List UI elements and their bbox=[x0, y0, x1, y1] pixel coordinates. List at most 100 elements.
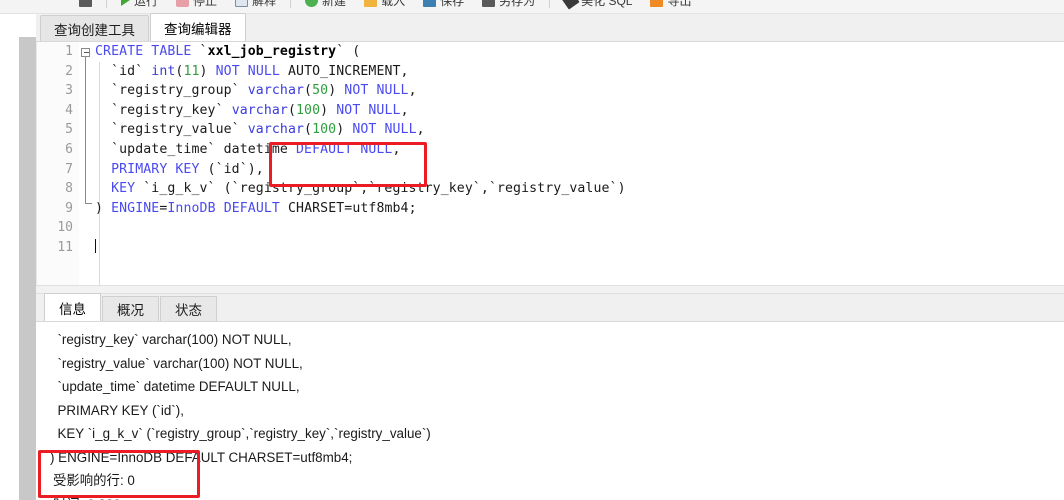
tab-info[interactable]: 信息 bbox=[44, 293, 101, 321]
code-token: PRIMARY KEY bbox=[95, 161, 200, 177]
code-token: , bbox=[416, 122, 425, 138]
line-number: 10 bbox=[57, 220, 73, 236]
execution-time-text: 时间: 0.230s bbox=[50, 493, 1064, 500]
line-number: 7 bbox=[65, 161, 73, 177]
toolbar-export-button[interactable]: 导出 bbox=[641, 0, 700, 13]
toolbar-new-label: 新建 bbox=[322, 0, 347, 8]
toolbar-load-button[interactable]: 载入 bbox=[355, 0, 414, 13]
code-token: ) bbox=[336, 122, 353, 138]
code-token: `registry_key` bbox=[95, 102, 232, 118]
code-folding-column[interactable] bbox=[79, 42, 93, 285]
code-token: ) bbox=[320, 102, 337, 118]
load-icon bbox=[364, 0, 378, 7]
fold-guide-foot bbox=[85, 203, 92, 204]
toolbar-load-label: 载入 bbox=[381, 0, 406, 8]
code-token: `update_time` datetime bbox=[95, 141, 296, 157]
toolbar-beautify-label: 美化 SQL bbox=[581, 0, 633, 8]
code-token: NOT NULL bbox=[336, 102, 401, 118]
code-token: DEFAULT bbox=[223, 200, 280, 216]
line-number: 1 bbox=[65, 44, 73, 59]
main-toolbar: 运行 停止 解释 新建 载入 保存 另存为 美化 SQL 导出 bbox=[0, 0, 1064, 14]
code-line: CREATE TABLE `xxl_job_registry` ( bbox=[95, 42, 1064, 62]
toolbar-save-as-button[interactable]: 另存为 bbox=[473, 0, 544, 13]
affected-rows-text: 受影响的行: 0 bbox=[53, 473, 135, 488]
toolbar-save-button[interactable]: 保存 bbox=[414, 0, 473, 13]
tab-profile[interactable]: 概况 bbox=[102, 296, 159, 321]
message-line: KEY `i_g_k_v` (`registry_group`,`registr… bbox=[50, 426, 431, 441]
code-token: AUTO_INCREMENT, bbox=[279, 63, 409, 79]
toolbar-new-button[interactable]: 新建 bbox=[296, 0, 355, 13]
code-token: NOT NULL bbox=[215, 63, 280, 79]
code-token: ( bbox=[304, 83, 313, 99]
navicat-query-window: 运行 停止 解释 新建 载入 保存 另存为 美化 SQL 导出 查询创建工具 查… bbox=[0, 0, 1064, 500]
results-pane: 信息 概况 状态 `registry_key` varchar(100) NOT… bbox=[36, 293, 1064, 500]
toolbar-separator bbox=[549, 0, 551, 8]
code-token: , bbox=[400, 102, 409, 118]
toolbar-save-label: 保存 bbox=[440, 0, 465, 8]
code-token: `id` bbox=[95, 63, 152, 79]
code-token: ) bbox=[95, 200, 112, 216]
toolbar-run-button[interactable]: 运行 bbox=[112, 0, 167, 13]
stop-icon bbox=[176, 0, 190, 7]
code-line: `registry_group` varchar(50) NOT NULL, bbox=[95, 81, 1064, 101]
code-token: ENGINE bbox=[111, 200, 160, 216]
code-token: 50 bbox=[312, 83, 329, 99]
code-token: 11 bbox=[183, 63, 200, 79]
code-line bbox=[95, 238, 1064, 258]
left-rail-gap bbox=[19, 14, 36, 37]
code-token: `i_g_k_v` (`registry_group`,`registry_ke… bbox=[135, 181, 626, 197]
code-token: , bbox=[408, 83, 417, 99]
code-token: ) bbox=[199, 63, 216, 79]
fold-guide-line bbox=[85, 57, 86, 204]
code-token: varchar bbox=[247, 83, 305, 99]
code-token: CREATE TABLE bbox=[95, 44, 200, 59]
line-number: 9 bbox=[65, 200, 73, 216]
toolbar-explain-button[interactable]: 解释 bbox=[226, 0, 285, 13]
line-number: 4 bbox=[65, 102, 73, 118]
code-line: `id` int(11) NOT NULL AUTO_INCREMENT, bbox=[95, 62, 1064, 82]
code-token: ) bbox=[328, 83, 345, 99]
toolbar-window-button[interactable] bbox=[70, 0, 101, 13]
message-line: `registry_key` varchar(100) NOT NULL, bbox=[50, 332, 292, 347]
toolbar-beautify-button[interactable]: 美化 SQL bbox=[555, 0, 641, 13]
code-token: int bbox=[151, 63, 176, 79]
code-token: , bbox=[392, 141, 401, 157]
code-line: ) ENGINE=InnoDB DEFAULT CHARSET=utf8mb4; bbox=[95, 199, 1064, 219]
message-line: ) ENGINE=InnoDB DEFAULT CHARSET=utf8mb4; bbox=[50, 449, 353, 465]
export-icon bbox=[650, 0, 664, 7]
toolbar-separator bbox=[290, 0, 292, 8]
toolbar-export-label: 导出 bbox=[667, 0, 692, 8]
line-number: 8 bbox=[65, 181, 73, 197]
tab-query-builder-label: 查询创建工具 bbox=[54, 22, 135, 38]
code-token: xxl_job_registry bbox=[207, 44, 337, 59]
code-token: ( bbox=[304, 122, 313, 138]
line-number: 3 bbox=[65, 83, 73, 99]
window-icon bbox=[79, 0, 92, 7]
results-message-body[interactable]: `registry_key` varchar(100) NOT NULL, `r… bbox=[36, 322, 1064, 500]
sql-editor[interactable]: 1 2 3 4 5 6 7 8 9 10 11 CREATE TABLE `xx… bbox=[36, 42, 1064, 285]
explain-icon bbox=[235, 0, 249, 7]
code-token: varchar bbox=[231, 102, 288, 118]
results-tab-strip: 信息 概况 状态 bbox=[36, 293, 1064, 322]
code-token: DEFAULT NULL bbox=[296, 141, 393, 157]
pane-splitter[interactable] bbox=[36, 285, 1064, 294]
line-number: 6 bbox=[65, 141, 73, 157]
tab-query-builder[interactable]: 查询创建工具 bbox=[40, 15, 149, 41]
tab-status[interactable]: 状态 bbox=[160, 296, 217, 321]
toolbar-separator bbox=[106, 0, 107, 8]
code-token: NOT NULL bbox=[344, 83, 409, 99]
code-line: `update_time` datetime DEFAULT NULL, bbox=[95, 140, 1064, 160]
tab-profile-label: 概况 bbox=[117, 303, 144, 318]
tab-status-label: 状态 bbox=[175, 303, 202, 318]
collapse-icon[interactable] bbox=[81, 47, 90, 57]
code-token: ` ( bbox=[336, 44, 361, 59]
tab-info-label: 信息 bbox=[59, 301, 86, 317]
toolbar-stop-button[interactable]: 停止 bbox=[167, 0, 226, 13]
code-token: ( bbox=[287, 102, 297, 118]
code-token: `registry_group` bbox=[95, 83, 248, 99]
code-content[interactable]: CREATE TABLE `xxl_job_registry` ( `id` i… bbox=[95, 42, 1064, 258]
tab-query-editor[interactable]: 查询编辑器 bbox=[150, 13, 246, 41]
code-token: varchar bbox=[247, 122, 305, 138]
